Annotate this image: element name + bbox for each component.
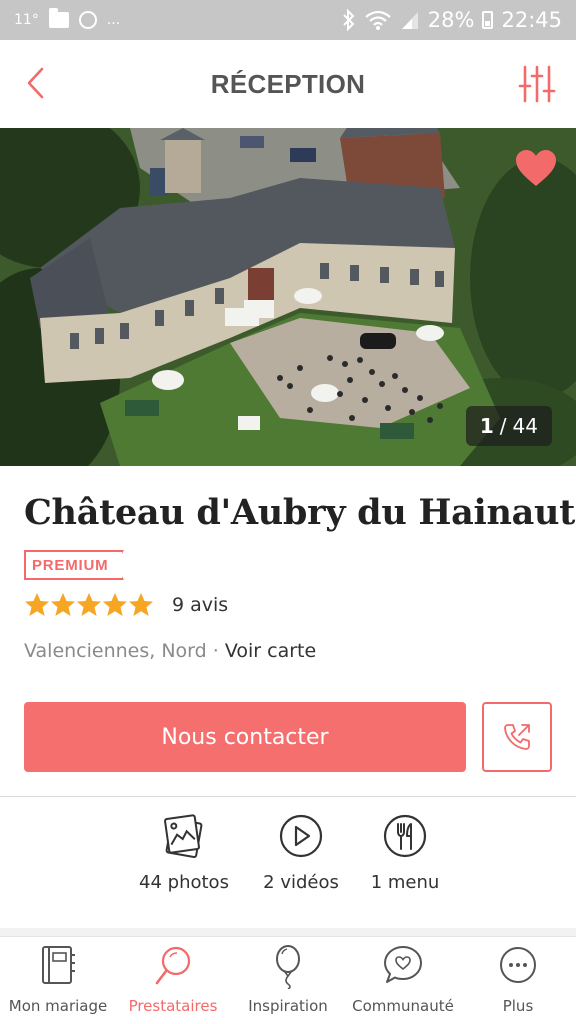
media-menu-label: 1 menu (370, 872, 440, 893)
wifi-icon (365, 10, 391, 30)
magnifier-icon (155, 946, 191, 985)
reviews-count[interactable]: 9 avis (172, 594, 228, 616)
nav-prestataires[interactable]: Prestataires (113, 943, 233, 1015)
venue-name: Château d'Aubry du Hainaut (24, 492, 576, 533)
star-icon (25, 593, 49, 616)
app-header: RÉCEPTION (0, 40, 576, 128)
more-notifications: ... (106, 12, 121, 28)
page-title: RÉCEPTION (210, 68, 366, 99)
nav-communaute[interactable]: Communauté (343, 943, 463, 1015)
star-icon (77, 593, 101, 616)
chat-heart-icon (384, 946, 422, 983)
photo-counter: 1 / 44 (465, 406, 552, 446)
phone-outgoing-icon (504, 724, 530, 750)
section-divider (0, 796, 576, 797)
media-videos-label: 2 vidéos (263, 872, 339, 893)
notification-icon (78, 11, 97, 29)
section-gap (0, 928, 576, 936)
photos-icon (164, 814, 203, 859)
play-icon (279, 814, 323, 858)
nav-plus[interactable]: Plus (458, 943, 576, 1015)
folder-icon (48, 8, 69, 28)
star-icon (129, 593, 153, 616)
star-icon (51, 593, 75, 616)
temperature: 11° (14, 12, 39, 28)
battery-icon (482, 11, 494, 29)
media-photos[interactable]: 44 photos (119, 812, 249, 893)
nav-inspiration[interactable]: Inspiration (228, 943, 348, 1015)
fork-knife-icon (383, 814, 427, 858)
status-left: 11° ... (14, 8, 121, 29)
nav-mon-mariage-label: Mon mariage (8, 997, 108, 1015)
premium-badge: PREMIUM (24, 550, 125, 580)
nav-inspiration-label: Inspiration (248, 997, 328, 1015)
bluetooth-icon (343, 9, 355, 31)
location-row: Valenciennes, Nord · Voir carte (24, 640, 316, 662)
battery-percent: 28% (427, 8, 475, 32)
location-separator: · (212, 640, 219, 662)
balloon-icon (276, 945, 300, 989)
map-link[interactable]: Voir carte (225, 640, 316, 662)
photo-current: 1 (479, 414, 494, 438)
nav-communaute-label: Communauté (352, 997, 454, 1015)
nav-plus-label: Plus (502, 997, 534, 1015)
status-bar: 11° ... 28% 22:45 (0, 0, 576, 40)
bottom-navigation: Mon mariage Prestataires Inspiration Com… (0, 936, 576, 1024)
sliders-icon[interactable] (518, 64, 556, 104)
venue-photo[interactable]: 1 / 44 (0, 128, 576, 466)
heart-icon[interactable] (514, 148, 558, 188)
notebook-icon (42, 946, 75, 984)
nav-prestataires-label: Prestataires (128, 997, 218, 1015)
clock: 22:45 (501, 8, 562, 32)
media-menu[interactable]: 1 menu (340, 812, 470, 893)
star-rating (24, 592, 154, 618)
chevron-left-icon[interactable] (22, 66, 50, 100)
location-text: Valenciennes, Nord (24, 640, 207, 662)
star-icon (103, 593, 127, 616)
nav-mon-mariage[interactable]: Mon mariage (0, 943, 118, 1015)
signal-icon (401, 12, 418, 29)
contact-button[interactable]: Nous contacter (24, 702, 466, 772)
rating-row[interactable]: 9 avis (24, 592, 228, 618)
status-right: 28% 22:45 (342, 8, 562, 32)
media-photos-label: 44 photos (139, 872, 229, 893)
photo-total: 44 (512, 414, 538, 438)
more-icon (500, 947, 536, 983)
media-row: 44 photos 2 vidéos 1 menu (0, 812, 576, 912)
call-button[interactable] (482, 702, 552, 772)
photo-separator: / (499, 414, 507, 438)
